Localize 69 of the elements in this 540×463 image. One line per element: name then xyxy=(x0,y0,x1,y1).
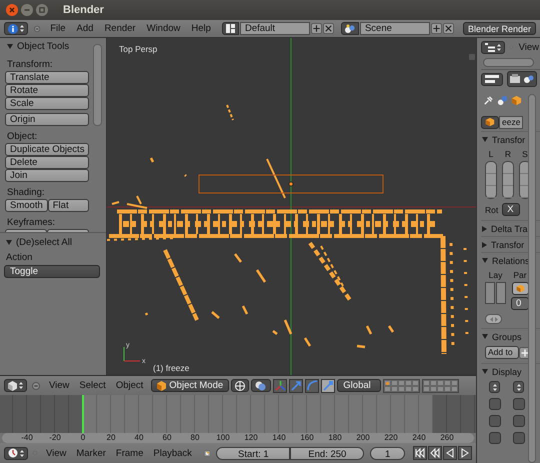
menu-item[interactable]: Playback xyxy=(149,448,196,458)
menu-item[interactable]: Render xyxy=(100,23,140,34)
column-label: S xyxy=(522,149,528,159)
menu-item[interactable]: View xyxy=(42,448,70,458)
view-label: Top Persp xyxy=(119,44,158,54)
current-frame-field[interactable]: 1 xyxy=(370,446,405,460)
frame-number: 240 xyxy=(412,433,426,443)
field-label: Rot xyxy=(485,204,498,214)
menu-item[interactable]: File xyxy=(46,23,70,34)
tool-button[interactable]: Rotate xyxy=(5,84,89,97)
orientation-dropdown[interactable]: Global xyxy=(337,379,382,392)
menu-item[interactable]: Frame xyxy=(112,448,148,458)
tool-button[interactable]: Origin xyxy=(5,113,89,126)
frame-number: 180 xyxy=(328,433,342,443)
section-label: Shading: xyxy=(6,186,46,199)
frame-number: 140 xyxy=(272,433,286,443)
end-frame-field[interactable]: End: 250 xyxy=(290,446,364,460)
frame-number: -20 xyxy=(49,433,61,443)
object-label: (1) freeze xyxy=(153,363,190,373)
tool-button[interactable]: Scale xyxy=(5,97,89,110)
menu-item[interactable]: Object xyxy=(112,380,148,391)
frame-number: 220 xyxy=(384,433,398,443)
frame-number: 40 xyxy=(134,433,144,443)
menu-item[interactable]: Select xyxy=(75,380,110,391)
object-name-field[interactable]: eeze xyxy=(499,116,523,128)
frame-number: 200 xyxy=(356,433,370,443)
column-label: R xyxy=(504,149,512,159)
frame-number: 0 xyxy=(80,433,86,443)
tool-button[interactable]: Duplicate Objects xyxy=(5,143,89,156)
render-engine-dropdown[interactable]: Blender Render xyxy=(462,22,536,35)
menu-item[interactable]: View xyxy=(45,380,74,391)
parent-type-dropdown[interactable]: 0 xyxy=(511,297,529,310)
frame-number: 160 xyxy=(300,433,314,443)
frame-number: 20 xyxy=(106,433,116,443)
section-label: Object: xyxy=(6,130,38,143)
menu-item[interactable]: Marker xyxy=(72,448,110,458)
panel-header[interactable]: Object Tools xyxy=(5,39,93,54)
mode-label: Object Mode xyxy=(169,380,224,391)
tool-button[interactable]: Translate xyxy=(5,71,89,84)
panel-header[interactable]: (De)select All xyxy=(4,235,102,250)
frame-number: 260 xyxy=(440,433,454,443)
add-to-group-button[interactable]: Add to xyxy=(485,346,519,359)
frame-ruler[interactable]: -40 -20 0 20 40 60 80 100 120 140 160 180 200 220 240 260 xyxy=(2,433,474,443)
menu-item[interactable]: Add xyxy=(72,23,98,34)
window-title: Blender xyxy=(63,4,104,16)
menu-item[interactable]: Window xyxy=(142,23,184,34)
frame-number: 120 xyxy=(244,433,258,443)
menu-item[interactable]: Help xyxy=(187,23,215,34)
tool-button[interactable]: Join xyxy=(5,169,89,182)
action-dropdown[interactable]: Toggle xyxy=(4,265,100,278)
screen-layout-field[interactable]: Default xyxy=(240,22,310,35)
scene-field[interactable]: Scene xyxy=(360,22,430,35)
start-frame-field[interactable]: Start: 1 xyxy=(216,446,290,460)
section-label: Transform: xyxy=(6,58,54,71)
section-label: Keyframes: xyxy=(6,216,56,229)
tool-button[interactable]: Delete xyxy=(5,156,89,169)
rotation-mode-dropdown[interactable]: X xyxy=(502,203,520,216)
tool-button[interactable]: Flat xyxy=(48,199,89,212)
tool-button[interactable]: Smooth xyxy=(5,199,48,212)
field-label: Action xyxy=(5,251,34,264)
frame-number: 60 xyxy=(162,433,172,443)
column-label: L xyxy=(488,149,494,159)
frame-number: -40 xyxy=(21,433,33,443)
mode-dropdown[interactable]: Object Mode xyxy=(151,379,230,392)
menu-item[interactable]: View xyxy=(518,42,540,52)
frame-number: 80 xyxy=(190,433,200,443)
column-label: Par xyxy=(513,270,527,280)
frame-number: 100 xyxy=(216,433,230,443)
column-label: Lay xyxy=(488,270,502,280)
